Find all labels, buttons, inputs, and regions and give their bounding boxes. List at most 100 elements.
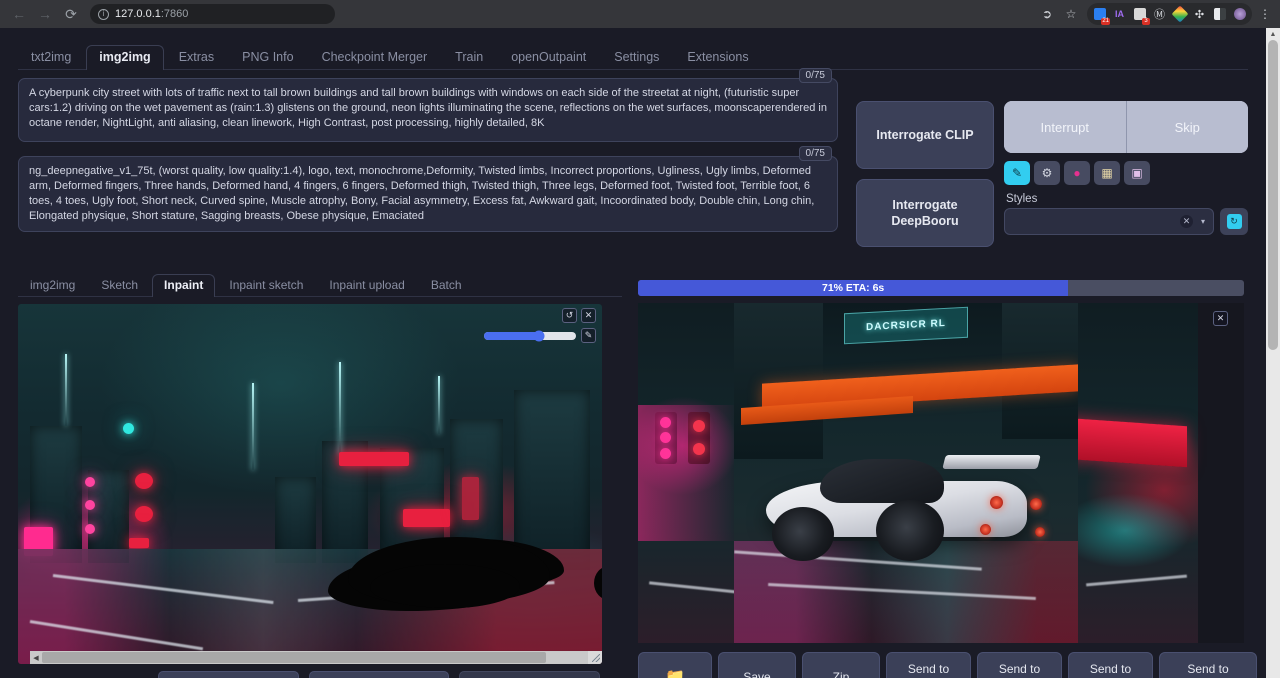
reload-icon[interactable]: ⟳ — [58, 1, 84, 27]
interrogate-column: Interrogate CLIP Interrogate DeepBooru — [856, 101, 994, 247]
copy-image-row: Copy image to: img2img sketch inpaint — [18, 671, 600, 678]
subtab-batch[interactable]: Batch — [419, 274, 474, 297]
undo-icon[interactable]: ↺ — [562, 308, 577, 323]
generation-actions-panel: Interrogate CLIP Interrogate DeepBooru I… — [856, 101, 1248, 247]
styles-label: Styles — [1006, 193, 1248, 205]
tab-train[interactable]: Train — [442, 45, 496, 70]
page-scrollbar-thumb[interactable] — [1268, 40, 1278, 350]
tab-settings[interactable]: Settings — [601, 45, 672, 70]
copy-image-buttons: img2img sketch inpaint — [158, 671, 600, 678]
car-front-wheel — [772, 507, 834, 561]
interrogate-clip-button[interactable]: Interrogate CLIP — [856, 101, 994, 169]
tab-openoutpaint[interactable]: openOutpaint — [498, 45, 599, 70]
positive-prompt-input[interactable]: A cyberpunk city street with lots of tra… — [18, 78, 838, 142]
back-arrow-icon[interactable]: ← — [6, 1, 32, 27]
negative-token-counter: 0/75 — [799, 146, 832, 161]
clear-prompt-icon[interactable]: ⚙ — [1034, 161, 1060, 185]
open-folder-button[interactable]: 📁 — [638, 652, 712, 678]
subtab-inpaint-sketch[interactable]: Inpaint sketch — [217, 274, 315, 297]
extension-blue-icon[interactable]: 21 — [1090, 5, 1109, 24]
forward-arrow-icon[interactable]: → — [32, 1, 58, 27]
tab-img2img[interactable]: img2img — [86, 45, 163, 70]
generation-progress-bar: 71% ETA: 6s — [638, 280, 1244, 296]
apply-style-button[interactable]: ↻ — [1220, 208, 1248, 235]
interrupt-skip-row: Interrupt Skip — [1004, 101, 1248, 153]
share-icon[interactable]: ➲ — [1036, 3, 1058, 25]
tab-png-info[interactable]: PNG Info — [229, 45, 306, 70]
paste-icon[interactable]: ▦ — [1094, 161, 1120, 185]
close-preview-icon[interactable]: ✕ — [1213, 311, 1228, 326]
chevron-down-icon[interactable]: ▾ — [1201, 217, 1205, 226]
address-bar[interactable]: i 127.0.0.1:7860 — [90, 4, 335, 24]
browser-toolbar: ← → ⟳ i 127.0.0.1:7860 ➲ ☆ 21 IA 3 Ⓜ ✣ ⋮ — [0, 0, 1280, 28]
tab-extras[interactable]: Extras — [166, 45, 227, 70]
address-bar-url: 127.0.0.1:7860 — [115, 8, 188, 20]
brush-size-row: ✎ — [484, 328, 596, 343]
progress-text: 71% ETA: 6s — [638, 280, 1244, 296]
kebab-menu-icon[interactable]: ⋮ — [1254, 3, 1276, 25]
clear-canvas-icon[interactable]: ✕ — [581, 308, 596, 323]
read-generation-params-icon[interactable]: ● — [1064, 161, 1090, 185]
interrogate-deepbooru-button[interactable]: Interrogate DeepBooru — [856, 179, 994, 247]
interrupt-button[interactable]: Interrupt — [1004, 101, 1126, 153]
scroll-up-icon[interactable]: ▲ — [1266, 28, 1280, 40]
send-to-openoutpaint-button[interactable]: Send to openOutpaint — [1159, 652, 1257, 678]
canvas-horizontal-scrollbar[interactable]: ◀ ▶ — [30, 651, 602, 664]
preview-sports-car — [755, 453, 1051, 562]
car-rear-wheel — [876, 500, 944, 561]
main-area: img2img Sketch Inpaint Inpaint sketch In… — [18, 271, 1248, 678]
canvas-tool-row: ↺ ✕ — [562, 308, 596, 323]
extension-ia-icon[interactable]: IA — [1110, 5, 1129, 24]
extensions-group: 21 IA 3 Ⓜ ✣ — [1087, 3, 1252, 25]
brush-size-slider[interactable] — [484, 332, 576, 340]
extension-colorwheel-icon[interactable] — [1170, 5, 1189, 24]
save-button[interactable]: Save — [718, 652, 796, 678]
styles-clear-icon[interactable]: ✕ — [1180, 215, 1193, 228]
restore-progress-icon[interactable]: ✎ — [1004, 161, 1030, 185]
scrollbar-track[interactable] — [42, 651, 590, 664]
extension-notion-icon[interactable]: Ⓜ — [1150, 5, 1169, 24]
preview-generated-image: DACRSICR RL — [734, 303, 1078, 643]
skip-button[interactable]: Skip — [1126, 101, 1249, 153]
star-icon[interactable]: ☆ — [1060, 3, 1082, 25]
copy-to-inpaint-button[interactable]: inpaint — [459, 671, 600, 678]
extension-blue-badge: 21 — [1101, 18, 1110, 25]
copy-to-img2img-button[interactable]: img2img — [158, 671, 299, 678]
webui-page: txt2img img2img Extras PNG Info Checkpoi… — [0, 28, 1280, 678]
results-column: 71% ETA: 6s — [638, 271, 1248, 678]
positive-token-counter: 0/75 — [799, 68, 832, 83]
result-action-buttons: 📁 Save Zip Send to img2img Send to inpai… — [638, 652, 1257, 678]
extension-monitor-badge: 3 — [1142, 18, 1150, 25]
styles-dropdown[interactable]: ✕ ▾ — [1004, 208, 1214, 235]
send-to-extras-button[interactable]: Send to extras — [1068, 652, 1153, 678]
tab-txt2img[interactable]: txt2img — [18, 45, 84, 70]
page-scrollbar[interactable]: ▲ — [1266, 28, 1280, 678]
car-cabin — [820, 459, 944, 503]
send-to-inpaint-button[interactable]: Send to inpaint — [977, 652, 1062, 678]
extension-monitor-icon[interactable]: 3 — [1130, 5, 1149, 24]
tab-extensions[interactable]: Extensions — [674, 45, 761, 70]
canvas-resize-handle[interactable] — [588, 651, 602, 664]
browser-toolbar-actions: ➲ ☆ 21 IA 3 Ⓜ ✣ ⋮ — [1036, 0, 1276, 28]
extension-puzzle-icon[interactable]: ✣ — [1190, 5, 1209, 24]
generate-column: Interrupt Skip ✎ ⚙ ● ▦ ▣ Styles ✕ ▾ — [1004, 101, 1248, 247]
scroll-left-icon[interactable]: ◀ — [30, 651, 42, 664]
inpaint-canvas[interactable]: ↺ ✕ ✎ ◀ ▶ — [18, 304, 602, 664]
scrollbar-thumb[interactable] — [42, 652, 546, 663]
extension-sidebar-icon[interactable] — [1210, 5, 1229, 24]
save-style-icon[interactable]: ▣ — [1124, 161, 1150, 185]
zip-button[interactable]: Zip — [802, 652, 880, 678]
extension-avatar-icon[interactable] — [1230, 5, 1249, 24]
subtab-inpaint-upload[interactable]: Inpaint upload — [317, 274, 416, 297]
brush-icon[interactable]: ✎ — [581, 328, 596, 343]
send-to-img2img-button[interactable]: Send to img2img — [886, 652, 971, 678]
negative-prompt-input[interactable]: ng_deepnegative_v1_75t, (worst quality, … — [18, 156, 838, 232]
subtab-sketch[interactable]: Sketch — [89, 274, 150, 297]
result-preview[interactable]: DACRSICR RL — [638, 303, 1244, 643]
copy-to-sketch-button[interactable]: sketch — [309, 671, 450, 678]
tab-checkpoint-merger[interactable]: Checkpoint Merger — [309, 45, 441, 70]
page-content: txt2img img2img Extras PNG Info Checkpoi… — [0, 43, 1266, 678]
subtab-inpaint[interactable]: Inpaint — [152, 274, 215, 297]
site-info-icon[interactable]: i — [98, 9, 109, 20]
subtab-img2img[interactable]: img2img — [18, 274, 87, 297]
